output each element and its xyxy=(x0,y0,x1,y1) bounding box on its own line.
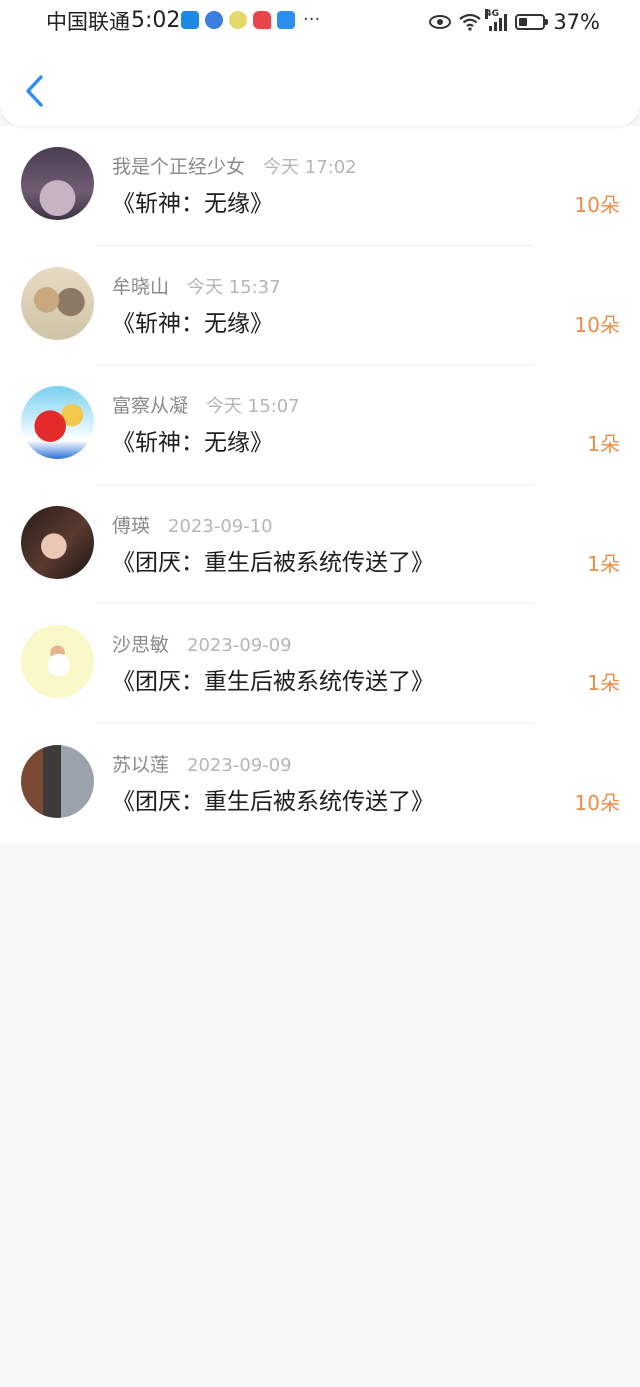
eye-icon xyxy=(429,15,452,29)
avatar[interactable] xyxy=(21,505,94,579)
status-bar: 中国联通 5:02 ··· 4G 37% xyxy=(0,0,640,44)
list-item[interactable]: 富察从凝 今天 15:07 《斩神：无缘》 1朵 xyxy=(0,365,640,485)
book-title: 《斩神：无缘》 xyxy=(112,310,273,337)
network-type-label: 4G xyxy=(485,9,499,19)
battery-percent: 37% xyxy=(553,10,600,34)
flower-count: 1朵 xyxy=(587,671,620,696)
book-title: 《斩神：无缘》 xyxy=(112,191,273,217)
timestamp: 2023-09-10 xyxy=(168,515,273,537)
ball-app-icon xyxy=(205,11,223,29)
user-name: 牟晓山 xyxy=(112,275,170,298)
gift-record-list: 我是个正经少女 今天 17:02 《斩神：无缘》 10朵 牟晓山 今天 15:37 … xyxy=(0,126,640,844)
list-item[interactable]: 沙思敏 2023-09-09 《团厌：重生后被系统传送了》 1朵 xyxy=(0,604,640,724)
flower-count: 10朵 xyxy=(574,312,620,337)
wifi-icon xyxy=(459,13,481,31)
user-name: 我是个正经少女 xyxy=(112,156,246,178)
notification-icons: ··· xyxy=(181,11,320,29)
book-title: 《团厌：重生后被系统传送了》 xyxy=(112,549,434,576)
book-title: 《团厌：重生后被系统传送了》 xyxy=(112,788,434,815)
timestamp: 今天 15:37 xyxy=(187,276,281,298)
header: 中国联通 5:02 ··· 4G 37% xyxy=(0,0,640,126)
flower-count: 1朵 xyxy=(587,432,620,457)
more-notifications-icon: ··· xyxy=(303,9,321,30)
list-item[interactable]: 苏以莲 2023-09-09 《团厌：重生后被系统传送了》 10朵 xyxy=(0,724,640,844)
search-app-icon xyxy=(277,11,295,29)
avatar[interactable] xyxy=(21,744,94,818)
avatar[interactable] xyxy=(21,625,94,699)
timestamp: 2023-09-09 xyxy=(187,754,292,776)
user-name: 苏以莲 xyxy=(112,753,170,776)
book-title: 《团厌：重生后被系统传送了》 xyxy=(112,669,434,696)
flower-count: 10朵 xyxy=(574,790,620,815)
list-item[interactable]: 我是个正经少女 今天 17:02 《斩神：无缘》 10朵 xyxy=(0,126,640,246)
avatar[interactable] xyxy=(21,266,94,340)
list-item[interactable]: 牟晓山 今天 15:37 《斩神：无缘》 10朵 xyxy=(0,246,640,366)
list-item[interactable]: 傅瑛 2023-09-10 《团厌：重生后被系统传送了》 1朵 xyxy=(0,485,640,605)
battery-icon xyxy=(515,14,549,30)
carrier-label: 中国联通 xyxy=(46,10,130,34)
timestamp: 今天 17:02 xyxy=(263,157,357,178)
flower-count: 10朵 xyxy=(574,193,620,217)
book-title: 《斩神：无缘》 xyxy=(112,430,273,457)
clock: 5:02 xyxy=(131,8,181,33)
face-app-icon xyxy=(229,11,247,29)
avatar[interactable] xyxy=(21,386,94,460)
user-name: 富察从凝 xyxy=(112,395,189,418)
system-indicators: 4G 37% xyxy=(429,8,600,36)
avatar[interactable] xyxy=(21,147,94,220)
user-name: 傅瑛 xyxy=(112,514,151,537)
back-button[interactable] xyxy=(18,72,54,110)
timestamp: 今天 15:07 xyxy=(206,396,300,418)
red-app-icon xyxy=(253,11,271,29)
cellular-signal-icon: 4G xyxy=(485,9,508,31)
user-name: 沙思敏 xyxy=(112,634,170,657)
weather-icon xyxy=(181,11,199,29)
chevron-left-icon xyxy=(26,75,43,107)
timestamp: 2023-09-09 xyxy=(187,635,292,657)
flower-count: 1朵 xyxy=(587,551,620,576)
